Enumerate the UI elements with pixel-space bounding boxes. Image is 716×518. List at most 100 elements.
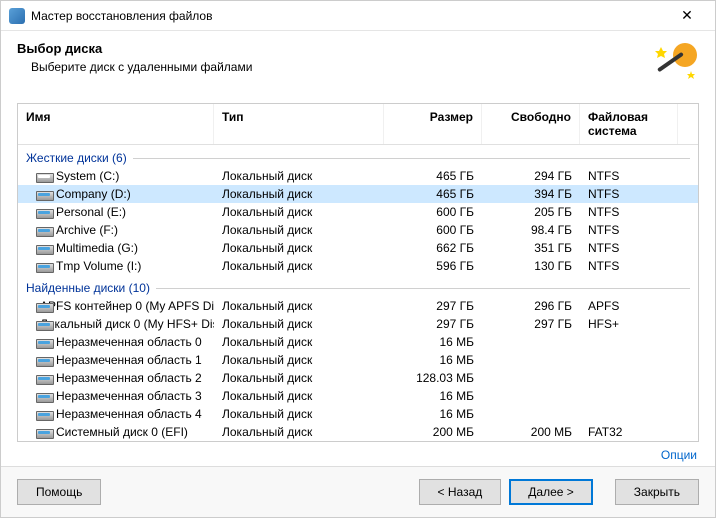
disk-name: Локальный диск 0 (My HFS+ Disk) xyxy=(40,317,214,331)
disk-type: Локальный диск xyxy=(214,406,384,422)
drive-icon xyxy=(36,408,52,420)
disk-size: 16 МБ xyxy=(384,406,482,422)
next-button[interactable]: Далее > xyxy=(509,479,593,505)
disk-name: APFS контейнер 0 (My APFS Disk) xyxy=(40,299,214,313)
close-icon[interactable]: ✕ xyxy=(667,7,707,24)
disk-free: 394 ГБ xyxy=(482,186,580,202)
drive-icon xyxy=(36,188,52,200)
disk-size: 128.03 МБ xyxy=(384,370,482,386)
disk-type: Локальный диск xyxy=(214,388,384,404)
disk-free xyxy=(482,377,580,379)
table-row[interactable]: System (C:)Локальный диск465 ГБ294 ГБNTF… xyxy=(18,167,698,185)
drive-icon xyxy=(36,224,52,236)
disk-name: Неразмеченная область 0 xyxy=(56,335,202,349)
wizard-wand-icon xyxy=(651,41,699,89)
disk-free xyxy=(482,341,580,343)
group-header: Жесткие диски (6) xyxy=(18,145,698,167)
disk-free: 296 ГБ xyxy=(482,298,580,314)
disk-free: 130 ГБ xyxy=(482,258,580,274)
help-button[interactable]: Помощь xyxy=(17,479,101,505)
disk-fs: NTFS xyxy=(580,186,678,202)
disk-size: 465 ГБ xyxy=(384,186,482,202)
disk-name: Неразмеченная область 3 xyxy=(56,389,202,403)
col-header-name[interactable]: Имя xyxy=(18,104,214,144)
disk-table: Имя Тип Размер Свободно Файловая система… xyxy=(17,103,699,442)
disk-type: Локальный диск xyxy=(214,168,384,184)
disk-name: Multimedia (G:) xyxy=(56,241,138,255)
table-row[interactable]: Неразмеченная область 0 Локальный диск16 … xyxy=(18,333,698,351)
page-title: Выбор диска xyxy=(17,41,651,56)
options-link[interactable]: Опции xyxy=(661,448,697,462)
disk-size: 16 МБ xyxy=(384,388,482,404)
disk-type: Локальный диск xyxy=(214,334,384,350)
table-row[interactable]: Неразмеченная область 1Локальный диск16 … xyxy=(18,351,698,369)
table-row[interactable]: Archive (F:)Локальный диск600 ГБ98.4 ГБN… xyxy=(18,221,698,239)
disk-type: Локальный диск xyxy=(214,298,384,314)
drive-icon xyxy=(36,170,52,182)
disk-size: 600 ГБ xyxy=(384,204,482,220)
back-button[interactable]: < Назад xyxy=(419,479,502,505)
close-button[interactable]: Закрыть xyxy=(615,479,699,505)
disk-fs: NTFS xyxy=(580,222,678,238)
group-label: Жесткие диски (6) xyxy=(26,151,127,165)
disk-fs: NTFS xyxy=(580,258,678,274)
disk-fs xyxy=(580,377,678,379)
page-subtitle: Выберите диск с удаленными файлами xyxy=(17,60,651,74)
disk-size: 297 ГБ xyxy=(384,316,482,332)
drive-icon xyxy=(36,242,52,254)
disk-name: Неразмеченная область 4 xyxy=(56,407,202,421)
disk-fs: APFS xyxy=(580,298,678,314)
drive-icon xyxy=(36,354,52,366)
table-header: Имя Тип Размер Свободно Файловая система xyxy=(18,104,698,145)
disk-free: 98.4 ГБ xyxy=(482,222,580,238)
wizard-header: Выбор диска Выберите диск с удаленными ф… xyxy=(1,31,715,103)
window-title: Мастер восстановления файлов xyxy=(31,9,667,23)
disk-free: 294 ГБ xyxy=(482,168,580,184)
disk-size: 297 ГБ xyxy=(384,298,482,314)
disk-size: 16 МБ xyxy=(384,334,482,350)
disk-type: Локальный диск xyxy=(214,240,384,256)
table-row[interactable]: APFS контейнер 0 (My APFS Disk)Локальный… xyxy=(18,297,698,315)
col-header-size[interactable]: Размер xyxy=(384,104,482,144)
drive-icon xyxy=(36,390,52,402)
disk-fs: FAT32 xyxy=(580,424,678,440)
disk-free: 351 ГБ xyxy=(482,240,580,256)
disk-type: Локальный диск xyxy=(214,370,384,386)
group-label: Найденные диски (10) xyxy=(26,281,150,295)
drive-icon xyxy=(36,206,52,218)
disk-size: 662 ГБ xyxy=(384,240,482,256)
table-row[interactable]: Company (D:)Локальный диск465 ГБ394 ГБNT… xyxy=(18,185,698,203)
table-body[interactable]: Жесткие диски (6) System (C:) Локальный ди… xyxy=(18,145,698,441)
table-row[interactable]: Tmp Volume (I:)Локальный диск596 ГБ130 Г… xyxy=(18,257,698,275)
table-row[interactable]: Неразмеченная область 3 Локальный диск16 … xyxy=(18,387,698,405)
col-header-free[interactable]: Свободно xyxy=(482,104,580,144)
drive-icon xyxy=(36,336,52,348)
table-row[interactable]: Локальный диск 0 (My HFS+ Disk)Локальный… xyxy=(18,315,698,333)
disk-size: 200 МБ xyxy=(384,424,482,440)
col-header-type[interactable]: Тип xyxy=(214,104,384,144)
disk-name: System (C:) xyxy=(56,169,119,183)
disk-fs xyxy=(580,413,678,415)
disk-name: Personal (E:) xyxy=(56,205,126,219)
disk-name: Неразмеченная область 2 xyxy=(56,371,202,385)
disk-free xyxy=(482,395,580,397)
disk-free: 200 МБ xyxy=(482,424,580,440)
table-row[interactable]: Multimedia (G:) Локальный диск662 ГБ351 Г… xyxy=(18,239,698,257)
drive-icon xyxy=(36,260,52,272)
table-row[interactable]: Неразмеченная область 2 Локальный диск128… xyxy=(18,369,698,387)
disk-type: Локальный диск xyxy=(214,204,384,220)
disk-type: Локальный диск xyxy=(214,424,384,440)
table-row[interactable]: Personal (E:)Локальный диск600 ГБ205 ГБN… xyxy=(18,203,698,221)
disk-fs: HFS+ xyxy=(580,316,678,332)
disk-type: Локальный диск xyxy=(214,222,384,238)
disk-name: Неразмеченная область 1 xyxy=(56,353,202,367)
disk-size: 465 ГБ xyxy=(384,168,482,184)
table-row[interactable]: Системный диск 0 (EFI)Локальный диск200 … xyxy=(18,423,698,441)
col-header-fs[interactable]: Файловая система xyxy=(580,104,678,144)
disk-free: 205 ГБ xyxy=(482,204,580,220)
disk-fs xyxy=(580,359,678,361)
disk-type: Локальный диск xyxy=(214,258,384,274)
table-row[interactable]: Неразмеченная область 4 Локальный диск16 … xyxy=(18,405,698,423)
disk-name: Системный диск 0 (EFI) xyxy=(56,425,188,439)
disk-name: Tmp Volume (I:) xyxy=(56,259,141,273)
